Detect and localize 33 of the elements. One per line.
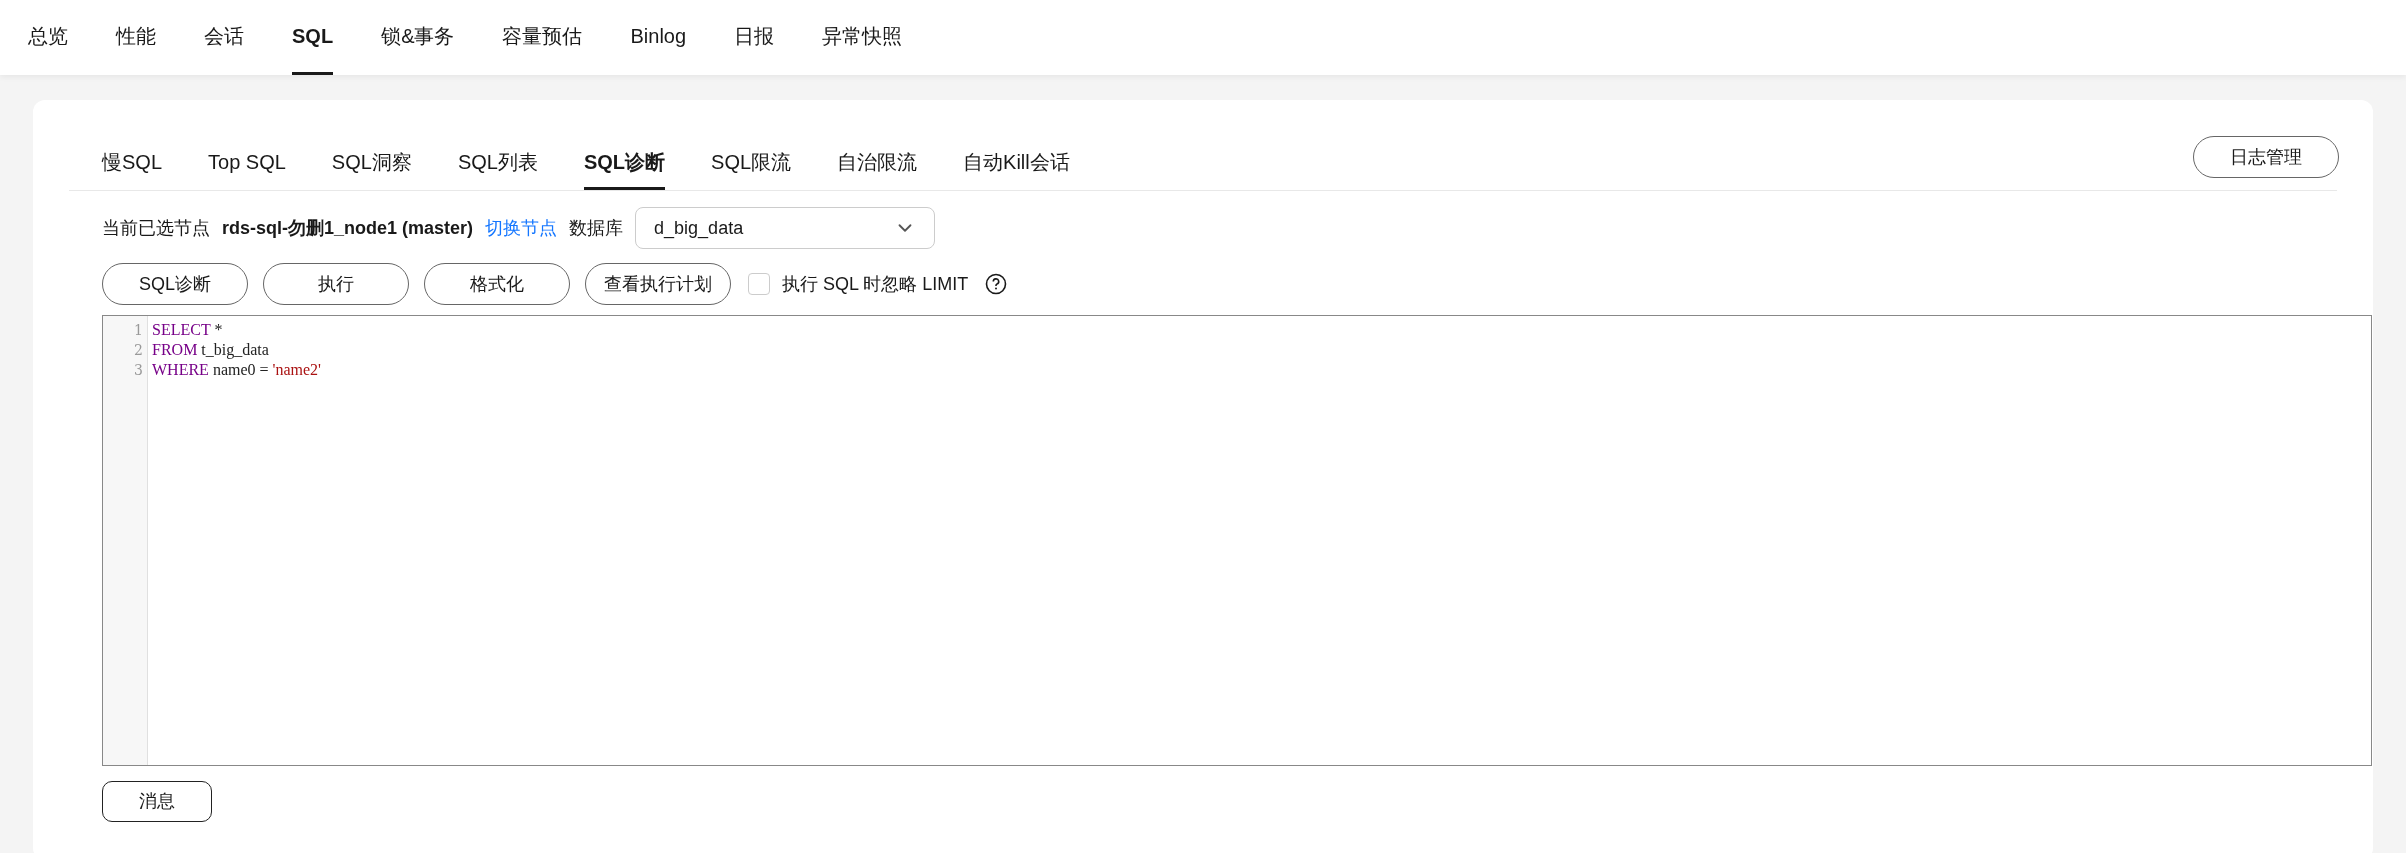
code-line: FROM t_big_data <box>152 340 270 360</box>
sub-tab[interactable]: 自治限流 <box>837 147 918 190</box>
line-number: 3 <box>133 361 144 380</box>
checkbox-label: 执行 SQL 时忽略 LIMIT <box>782 272 969 296</box>
top-nav-tab[interactable]: 容量预估 <box>502 0 583 75</box>
top-nav-tab[interactable]: Binlog <box>630 0 687 75</box>
top-nav-tab[interactable]: 日报 <box>734 0 775 75</box>
switch-node-link[interactable]: 切换节点 <box>485 214 558 242</box>
top-nav-tab[interactable]: SQL <box>292 0 334 75</box>
sub-tab[interactable]: Top SQL <box>208 147 286 190</box>
top-nav-tab[interactable]: 异常快照 <box>822 0 903 75</box>
database-label: 数据库 <box>569 216 624 240</box>
top-nav-tab[interactable]: 会话 <box>204 0 244 75</box>
sub-tab[interactable]: SQL限流 <box>711 147 792 190</box>
top-nav-tab[interactable]: 性能 <box>116 0 156 75</box>
checkbox[interactable] <box>748 273 770 295</box>
help-icon[interactable] <box>985 273 1008 295</box>
top-nav-tab[interactable]: 锁&事务 <box>381 0 455 75</box>
sub-tab[interactable]: SQL列表 <box>457 147 538 190</box>
code-line: SELECT * <box>152 320 224 340</box>
sub-tab[interactable]: 自动Kill会话 <box>963 147 1070 190</box>
line-number: 2 <box>133 341 144 360</box>
node-name: rds-sql-勿删1_node1 (master) <box>222 216 474 240</box>
sub-tab[interactable]: SQL洞察 <box>331 147 412 190</box>
node-label: 当前已选节点 <box>102 216 210 240</box>
code-line: WHERE name0 = 'name2' <box>152 360 321 380</box>
database-select[interactable]: d_big_data <box>635 207 936 249</box>
sub-tab[interactable]: 慢SQL <box>102 147 163 190</box>
sql-editor[interactable]: 1 2 3 SELECT * FROM t_big_data WHERE name0 = 'name2' <box>102 315 2372 766</box>
message-button[interactable]: 消息 <box>102 781 212 822</box>
sub-tab[interactable]: SQL诊断 <box>583 147 666 190</box>
line-number: 1 <box>133 321 144 340</box>
top-nav-tab[interactable]: 总览 <box>28 0 68 75</box>
